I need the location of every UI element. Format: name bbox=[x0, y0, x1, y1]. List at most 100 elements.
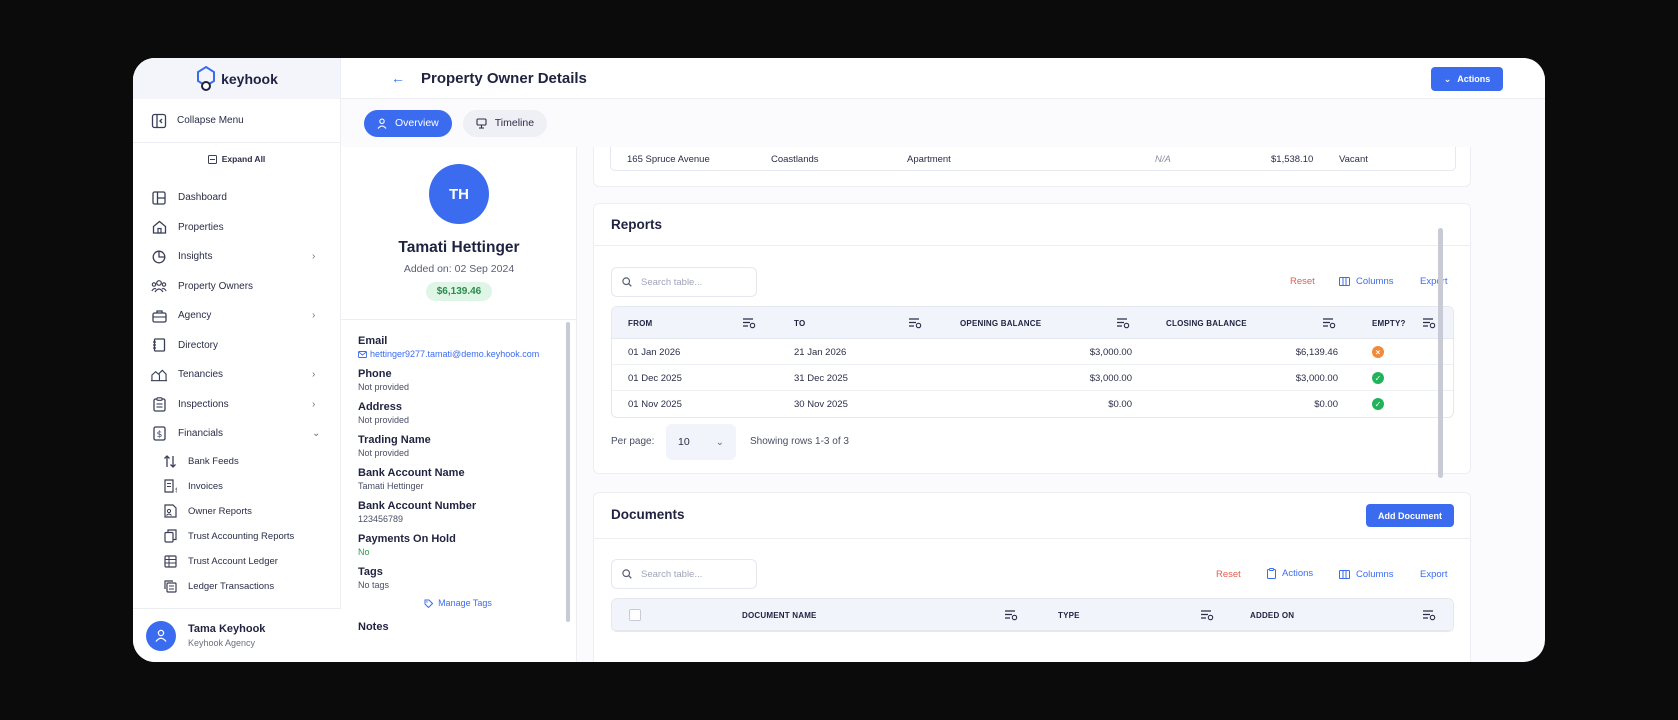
page-title: Property Owner Details bbox=[421, 69, 587, 87]
owner-details: Email hettinger9277.tamati@demo.keyhook.… bbox=[358, 334, 558, 634]
sidebar-subitem-owner-reports[interactable]: Owner Reports bbox=[133, 499, 340, 524]
owner-panel-scrollbar[interactable] bbox=[566, 322, 570, 622]
table-row[interactable]: 01 Jan 2026 21 Jan 2026 $3,000.00 $6,139… bbox=[612, 339, 1453, 365]
sidebar-item-dashboard[interactable]: Dashboard bbox=[133, 183, 340, 213]
status-empty-check-icon: ✓ bbox=[1372, 372, 1384, 384]
column-filter-icon[interactable] bbox=[1200, 609, 1214, 621]
timeline-icon bbox=[476, 117, 487, 129]
user-profile[interactable]: Tama Keyhook Keyhook Agency bbox=[133, 608, 341, 662]
columns-icon bbox=[1339, 277, 1350, 286]
reports-export-button[interactable]: Export bbox=[1420, 276, 1447, 287]
svg-text:$: $ bbox=[175, 487, 177, 493]
field-value: No tags bbox=[358, 580, 390, 590]
sidebar-item-label: Properties bbox=[178, 221, 224, 233]
user-name: Tama Keyhook bbox=[188, 623, 266, 635]
columns-label: Columns bbox=[1356, 276, 1394, 287]
actions-button[interactable]: ⌄ Actions bbox=[1431, 67, 1503, 91]
pagination-status: Showing rows 1-3 of 3 bbox=[750, 436, 849, 447]
tab-label: Overview bbox=[395, 117, 439, 129]
column-header[interactable]: DOCUMENT NAME bbox=[742, 611, 817, 620]
sidebar-subitem-label: Bank Feeds bbox=[188, 455, 239, 467]
documents-search-input[interactable]: Search table... bbox=[611, 559, 757, 589]
cell-closing-balance: $3,000.00 bbox=[1295, 373, 1338, 384]
sidebar-item-insights[interactable]: Insights › bbox=[133, 242, 340, 272]
logo[interactable]: keyhook bbox=[133, 58, 340, 99]
sidebar-item-label: Property Owners bbox=[178, 280, 254, 292]
sidebar-item-directory[interactable]: Directory bbox=[133, 331, 340, 361]
documents-reset-button[interactable]: Reset bbox=[1216, 569, 1241, 580]
select-all-checkbox[interactable] bbox=[629, 609, 641, 621]
status-not-empty-icon: × bbox=[1372, 346, 1384, 358]
documents-actions-button[interactable]: Actions bbox=[1267, 568, 1313, 579]
table-row[interactable]: 165 Spruce Avenue Coastlands Apartment N… bbox=[610, 147, 1456, 171]
expand-all-button[interactable]: Expand All bbox=[133, 147, 340, 171]
reports-columns-button[interactable]: Columns bbox=[1339, 276, 1394, 287]
column-filter-icon[interactable] bbox=[1116, 317, 1130, 329]
column-filter-icon[interactable] bbox=[1422, 317, 1436, 329]
sidebar-subitem-trust-account-ledger[interactable]: Trust Account Ledger bbox=[133, 549, 340, 574]
column-filter-icon[interactable] bbox=[742, 317, 756, 329]
owner-balance-badge: $6,139.46 bbox=[426, 282, 492, 301]
add-document-button[interactable]: Add Document bbox=[1366, 504, 1454, 527]
field-label: Bank Account Number bbox=[358, 500, 477, 512]
sidebar-item-financials[interactable]: $ Financials ⌄ bbox=[133, 419, 340, 449]
column-filter-icon[interactable] bbox=[908, 317, 922, 329]
email-value: hettinger9277.tamati@demo.keyhook.com bbox=[370, 349, 540, 359]
column-header[interactable]: EMPTY? bbox=[1372, 319, 1406, 328]
arrows-updown-icon bbox=[163, 454, 177, 468]
export-label: Export bbox=[1420, 276, 1448, 287]
field-trading-name: Trading Name Not provided bbox=[358, 433, 558, 459]
copy-doc-icon bbox=[163, 529, 177, 543]
tab-overview[interactable]: Overview bbox=[364, 109, 452, 137]
column-filter-icon[interactable] bbox=[1322, 317, 1336, 329]
sidebar-item-agency[interactable]: Agency › bbox=[133, 301, 340, 331]
field-bank-account-name: Bank Account Name Tamati Hettinger bbox=[358, 466, 558, 492]
column-header[interactable]: ADDED ON bbox=[1250, 611, 1294, 620]
column-header[interactable]: TO bbox=[794, 319, 805, 328]
status-empty-check-icon: ✓ bbox=[1372, 398, 1384, 410]
sidebar-subitem-ledger-transactions[interactable]: Ledger Transactions bbox=[133, 574, 340, 599]
documents-card: Documents Add Document Search table... R… bbox=[593, 492, 1471, 662]
reports-search-input[interactable]: Search table... bbox=[611, 267, 757, 297]
back-arrow-icon[interactable]: ← bbox=[391, 70, 405, 86]
collapse-menu-button[interactable]: Collapse Menu bbox=[133, 99, 340, 143]
manage-tags-button[interactable]: Manage Tags bbox=[358, 598, 558, 608]
column-header[interactable]: FROM bbox=[628, 319, 652, 328]
sidebar-subitem-bank-feeds[interactable]: Bank Feeds bbox=[133, 449, 340, 474]
column-filter-icon[interactable] bbox=[1422, 609, 1436, 621]
column-filter-icon[interactable] bbox=[1004, 609, 1018, 621]
sidebar-subitem-label: Ledger Transactions bbox=[188, 580, 275, 592]
column-header[interactable]: TYPE bbox=[1058, 611, 1080, 620]
sidebar-item-property-owners[interactable]: Property Owners bbox=[133, 272, 340, 302]
documents-export-button[interactable]: Export bbox=[1420, 569, 1447, 580]
tab-timeline[interactable]: Timeline bbox=[462, 109, 548, 137]
reports-reset-button[interactable]: Reset bbox=[1290, 276, 1315, 287]
sidebar-item-label: Financials bbox=[178, 428, 224, 440]
sidebar-subitem-trust-accounting-reports[interactable]: Trust Accounting Reports bbox=[133, 524, 340, 549]
sidebar-item-inspections[interactable]: Inspections › bbox=[133, 390, 340, 420]
per-page-select[interactable]: 10 ⌄ bbox=[666, 424, 736, 460]
chevron-right-icon: › bbox=[312, 310, 316, 322]
app-window: keyhook Collapse Menu Expand All Dashboa… bbox=[133, 58, 1545, 662]
email-link[interactable]: hettinger9277.tamati@demo.keyhook.com bbox=[358, 348, 558, 360]
table-row[interactable]: 01 Nov 2025 30 Nov 2025 $0.00 $0.00 ✓ bbox=[612, 391, 1453, 417]
field-label: Payments On Hold bbox=[358, 533, 456, 545]
documents-columns-button[interactable]: Columns bbox=[1339, 569, 1394, 580]
divider bbox=[341, 319, 577, 320]
export-label: Export bbox=[1420, 569, 1448, 580]
field-address: Address Not provided bbox=[358, 400, 558, 426]
sidebar-subitem-invoices[interactable]: $ Invoices bbox=[133, 474, 340, 499]
sidebar: keyhook Collapse Menu Expand All Dashboa… bbox=[133, 58, 341, 662]
users-icon bbox=[151, 278, 167, 294]
sidebar-item-properties[interactable]: Properties bbox=[133, 213, 340, 243]
table-row[interactable]: 01 Dec 2025 31 Dec 2025 $3,000.00 $3,000… bbox=[612, 365, 1453, 391]
column-header[interactable]: OPENING BALANCE bbox=[960, 319, 1041, 328]
per-page-label: Per page: bbox=[611, 436, 655, 447]
main-scrollbar[interactable] bbox=[1438, 228, 1443, 478]
field-value: Tamati Hettinger bbox=[358, 481, 424, 491]
sidebar-item-tenancies[interactable]: Tenancies › bbox=[133, 360, 340, 390]
sidebar-subitem-label: Invoices bbox=[188, 480, 223, 492]
owner-avatar: TH bbox=[429, 164, 489, 224]
column-header[interactable]: CLOSING BALANCE bbox=[1166, 319, 1247, 328]
cell-from: 01 Jan 2026 bbox=[628, 347, 681, 358]
